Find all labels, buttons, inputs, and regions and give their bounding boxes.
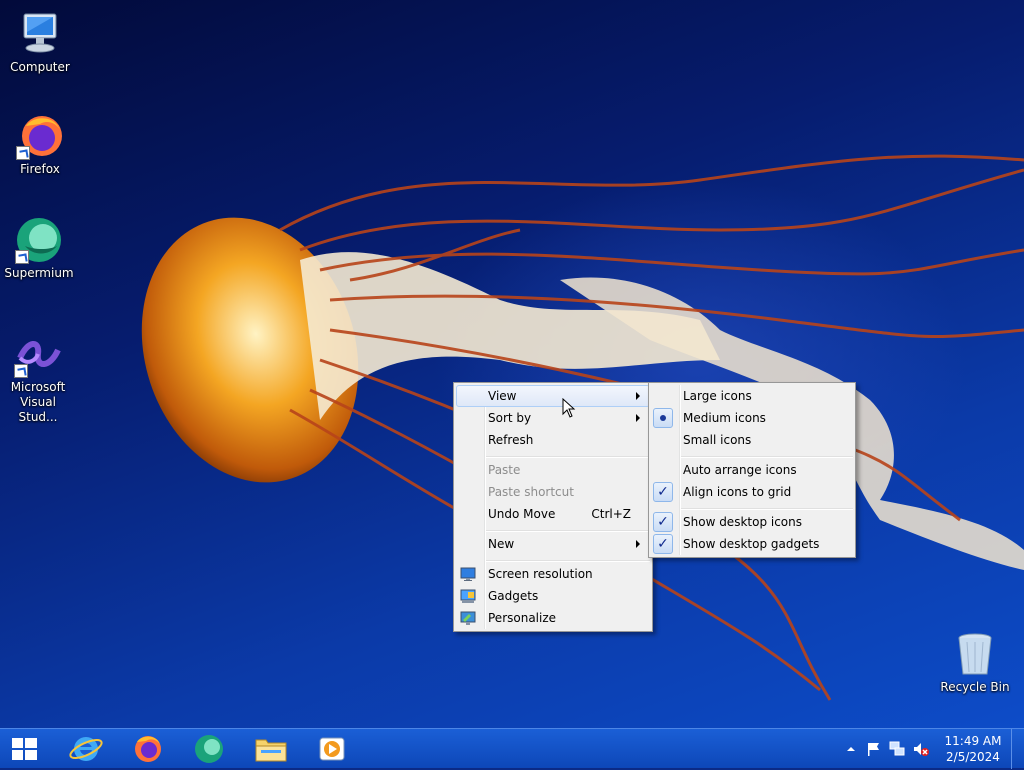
file-explorer-icon xyxy=(255,739,287,762)
supermium-icon xyxy=(15,216,63,264)
menu-item-label: View xyxy=(488,389,517,403)
menu-item-large-icons[interactable]: Large icons xyxy=(651,385,853,407)
taskbar-file-explorer[interactable] xyxy=(245,731,297,767)
taskbar: 11:49 AM 2/5/2024 xyxy=(0,728,1024,769)
volume-muted-icon[interactable] xyxy=(913,741,929,757)
computer-icon xyxy=(16,10,64,58)
menu-item-label: Personalize xyxy=(488,611,557,625)
clock-time: 11:49 AM xyxy=(944,734,1002,748)
menu-item-new[interactable]: New xyxy=(456,533,650,555)
submenu-arrow-icon xyxy=(636,414,640,422)
desktop-icon-visual-studio[interactable]: Microsoft Visual Stud... xyxy=(0,330,76,425)
menu-separator xyxy=(486,456,650,458)
menu-separator xyxy=(486,530,650,532)
recycle-bin-icon xyxy=(951,630,999,678)
system-clock[interactable]: 11:49 AM 2/5/2024 xyxy=(940,733,1006,765)
menu-item-label: Undo Move xyxy=(488,507,556,521)
menu-item-paste-shortcut[interactable]: Paste shortcut xyxy=(456,481,650,503)
menu-item-label: New xyxy=(488,537,515,551)
menu-item-align-icons-to-grid[interactable]: ✓ Align icons to grid xyxy=(651,481,853,503)
menu-item-label: Small icons xyxy=(683,433,752,447)
media-player-icon xyxy=(319,737,345,761)
menu-separator xyxy=(681,456,853,458)
menu-item-label: Auto arrange icons xyxy=(683,463,797,477)
taskbar-media-player[interactable] xyxy=(306,731,358,767)
show-desktop-button[interactable] xyxy=(1011,729,1024,769)
menu-item-shortcut: Ctrl+Z xyxy=(591,507,631,521)
menu-item-label: Gadgets xyxy=(488,589,539,603)
menu-item-medium-icons[interactable]: Medium icons xyxy=(651,407,853,429)
start-button[interactable] xyxy=(0,731,52,767)
taskbar-supermium[interactable] xyxy=(183,731,235,767)
desktop[interactable]: Computer Firefox Supermium Microsoft Vis… xyxy=(0,0,1024,728)
menu-item-personalize[interactable]: Personalize xyxy=(456,607,650,629)
network-icon[interactable] xyxy=(889,741,905,757)
action-center-flag-icon[interactable] xyxy=(866,741,882,757)
menu-item-show-desktop-gadgets[interactable]: ✓ Show desktop gadgets xyxy=(651,533,853,555)
supermium-icon xyxy=(195,735,223,763)
shortcut-arrow-icon xyxy=(15,250,29,264)
desktop-icon-supermium[interactable]: Supermium xyxy=(1,216,77,281)
desktop-icon-label: Supermium xyxy=(4,266,74,280)
menu-item-label: Refresh xyxy=(488,433,534,447)
view-submenu: Large icons Medium icons Small icons Aut… xyxy=(648,382,856,558)
mouse-cursor-icon xyxy=(562,398,576,418)
submenu-arrow-icon xyxy=(636,540,640,548)
checkmark-icon: ✓ xyxy=(653,534,673,554)
shortcut-arrow-icon xyxy=(14,364,28,378)
firefox-icon xyxy=(135,736,161,762)
checkmark-icon: ✓ xyxy=(653,482,673,502)
gadgets-icon xyxy=(460,589,476,603)
menu-separator xyxy=(681,508,853,510)
menu-item-label: Show desktop gadgets xyxy=(683,537,820,551)
menu-item-paste[interactable]: Paste xyxy=(456,459,650,481)
menu-item-gadgets[interactable]: Gadgets xyxy=(456,585,650,607)
menu-item-sort-by[interactable]: Sort by xyxy=(456,407,650,429)
menu-item-refresh[interactable]: Refresh xyxy=(456,429,650,451)
menu-item-label: Paste xyxy=(488,463,521,477)
menu-item-undo-move[interactable]: Undo Move Ctrl+Z xyxy=(456,503,650,525)
menu-item-label: Screen resolution xyxy=(488,567,593,581)
personalize-icon xyxy=(460,611,476,625)
checkmark-icon: ✓ xyxy=(653,512,673,532)
clock-date: 2/5/2024 xyxy=(946,750,1000,764)
menu-item-label: Medium icons xyxy=(683,411,766,425)
radio-bullet-icon xyxy=(653,408,673,428)
menu-item-label: Large icons xyxy=(683,389,752,403)
menu-item-label: Show desktop icons xyxy=(683,515,803,529)
menu-item-small-icons[interactable]: Small icons xyxy=(651,429,853,451)
menu-item-label: Paste shortcut xyxy=(488,485,574,499)
menu-item-auto-arrange-icons[interactable]: Auto arrange icons xyxy=(651,459,853,481)
menu-separator xyxy=(486,560,650,562)
firefox-icon xyxy=(16,112,64,160)
windows-logo-icon xyxy=(12,738,37,760)
taskbar-internet-explorer[interactable] xyxy=(60,731,112,767)
menu-item-view[interactable]: View xyxy=(456,385,650,407)
menu-item-screen-resolution[interactable]: Screen resolution xyxy=(456,563,650,585)
desktop-icon-recycle-bin[interactable]: Recycle Bin xyxy=(937,630,1013,695)
shortcut-arrow-icon xyxy=(16,146,30,160)
visual-studio-icon xyxy=(14,330,62,378)
desktop-icon-firefox[interactable]: Firefox xyxy=(2,112,78,177)
taskbar-firefox[interactable] xyxy=(122,731,174,767)
desktop-context-menu: View Sort by Refresh Paste Paste shortcu… xyxy=(453,382,653,632)
menu-item-show-desktop-icons[interactable]: ✓ Show desktop icons xyxy=(651,511,853,533)
show-hidden-icons-chevron[interactable] xyxy=(843,741,859,757)
desktop-icon-label: Recycle Bin xyxy=(940,680,1010,694)
desktop-icon-computer[interactable]: Computer xyxy=(2,10,78,75)
menu-item-label: Sort by xyxy=(488,411,532,425)
submenu-arrow-icon xyxy=(636,392,640,400)
menu-item-label: Align icons to grid xyxy=(683,485,792,499)
screen-resolution-icon xyxy=(460,567,476,581)
internet-explorer-icon xyxy=(69,737,103,761)
desktop-icon-label: Microsoft Visual Stud... xyxy=(10,380,66,424)
desktop-icon-label: Firefox xyxy=(20,162,60,176)
desktop-icon-label: Computer xyxy=(10,60,70,74)
